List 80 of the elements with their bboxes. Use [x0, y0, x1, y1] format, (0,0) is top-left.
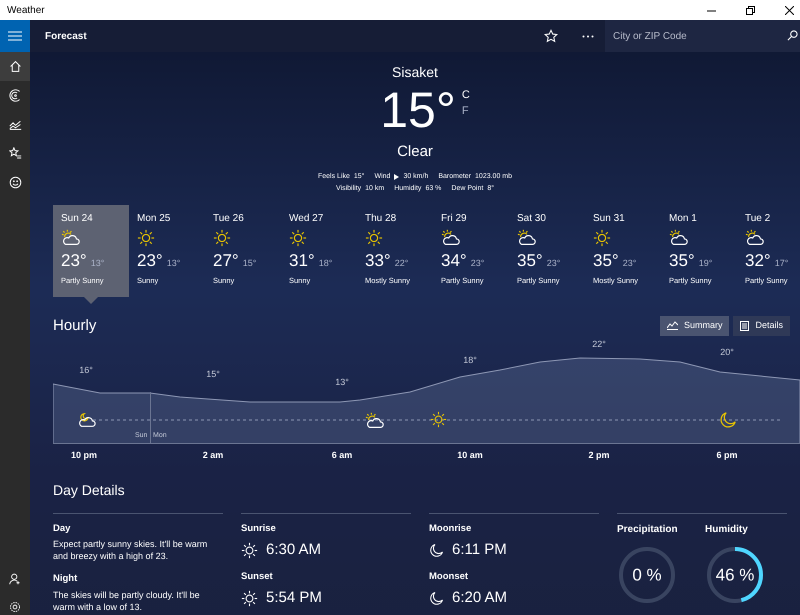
sun-icon: [289, 228, 307, 246]
document-icon: [740, 320, 750, 331]
sun-icon: [430, 411, 447, 428]
sun-icon: [365, 228, 383, 246]
hourly-temperature: 22°: [592, 338, 606, 351]
hour-label: 10 am: [457, 449, 483, 462]
hourly-temperature: 18°: [463, 354, 477, 367]
hour-label: 6 am: [332, 449, 352, 462]
detail-heading: Moonset: [429, 570, 470, 584]
radar-icon: [8, 89, 22, 102]
moon-icon: [429, 543, 444, 558]
search-icon[interactable]: [787, 30, 798, 41]
moon-icon: [429, 590, 444, 606]
sun-icon: [137, 228, 155, 246]
detail-heading: Day: [53, 522, 72, 536]
condition: Clear: [397, 142, 433, 162]
detail-heading: Moonrise: [429, 522, 472, 536]
sun-icon: [241, 590, 258, 607]
window-title: Weather: [6, 4, 45, 18]
sun-icon: [213, 228, 231, 246]
gauge-label: Precipitation: [617, 523, 679, 537]
hourly-temperature: 20°: [720, 346, 734, 359]
city-name: Sisaket: [392, 63, 438, 82]
gauge-ring: [617, 545, 677, 605]
star-icon[interactable]: [544, 29, 558, 43]
sidebar-item[interactable]: [0, 52, 30, 81]
hourly-temperature: 16°: [79, 364, 93, 377]
home-icon: [8, 60, 22, 73]
day-divider: [150, 392, 151, 444]
hour-label: 6 pm: [716, 449, 738, 462]
person-icon[interactable]: [9, 573, 21, 585]
more-icon[interactable]: [582, 34, 594, 38]
wind-direction-icon: [394, 174, 400, 180]
hourly-temperature: 13°: [335, 376, 349, 389]
unit-toggle[interactable]: C: [462, 89, 470, 102]
hour-label: 2 pm: [588, 449, 610, 462]
forecast-text: The skies will be partly cloudy. It'll be warm with a low of 13.: [53, 588, 201, 612]
selection-pointer: [84, 296, 98, 304]
sun-icon: [241, 542, 258, 559]
line-chart-icon: [8, 118, 22, 131]
event-time: 6:20 AM: [452, 588, 508, 608]
settings-icon[interactable]: [9, 601, 21, 613]
menu-icon: [8, 31, 22, 41]
page-title: Forecast: [44, 30, 88, 44]
detail-heading: Sunrise: [241, 522, 277, 536]
view-tab[interactable]: Summary: [660, 316, 730, 336]
star-list-icon: [8, 147, 22, 160]
current-temperature: 15°: [380, 81, 456, 139]
smiley-icon: [8, 176, 22, 189]
section-title: Day Details: [53, 482, 125, 498]
gauge-ring: [705, 545, 765, 605]
sun-behind-cloud-icon: [365, 411, 385, 431]
menu-button[interactable]: [0, 20, 30, 52]
sun-behind-cloud-icon: [61, 228, 81, 248]
restore-icon[interactable]: [746, 6, 755, 14]
sun-behind-cloud-icon: [669, 228, 689, 248]
gauge-reading: 0 %: [632, 564, 662, 586]
sun-behind-cloud-icon: [441, 228, 461, 248]
gauge-reading: 46 %: [716, 564, 754, 586]
moon-behind-cloud-icon: [77, 411, 97, 429]
area-chart-icon: [666, 321, 678, 330]
forecast-text: Expect partly sunny skies. It'll be warm and breezy with a high of 23.: [53, 538, 208, 562]
sun-behind-cloud-icon: [745, 228, 765, 248]
search-field[interactable]: City or ZIP Code: [605, 20, 800, 52]
unit-toggle[interactable]: F: [462, 105, 470, 118]
detail-heading: Night: [53, 572, 78, 586]
moon-icon: [719, 411, 737, 429]
hour-label: 10 pm: [71, 449, 97, 462]
hour-label: 2 am: [202, 449, 224, 462]
view-tab[interactable]: Details: [733, 316, 790, 336]
gauge-label: Humidity: [705, 523, 749, 537]
section-title: Hourly: [53, 316, 96, 336]
detail-heading: Sunset: [241, 570, 274, 584]
hourly-temperature: 15°: [206, 368, 220, 381]
event-time: 6:30 AM: [266, 540, 322, 560]
event-time: 5:54 PM: [266, 588, 322, 608]
close-icon[interactable]: [785, 6, 794, 14]
sun-icon: [593, 228, 611, 246]
event-time: 6:11 PM: [452, 540, 507, 560]
sun-behind-cloud-icon: [517, 228, 537, 248]
